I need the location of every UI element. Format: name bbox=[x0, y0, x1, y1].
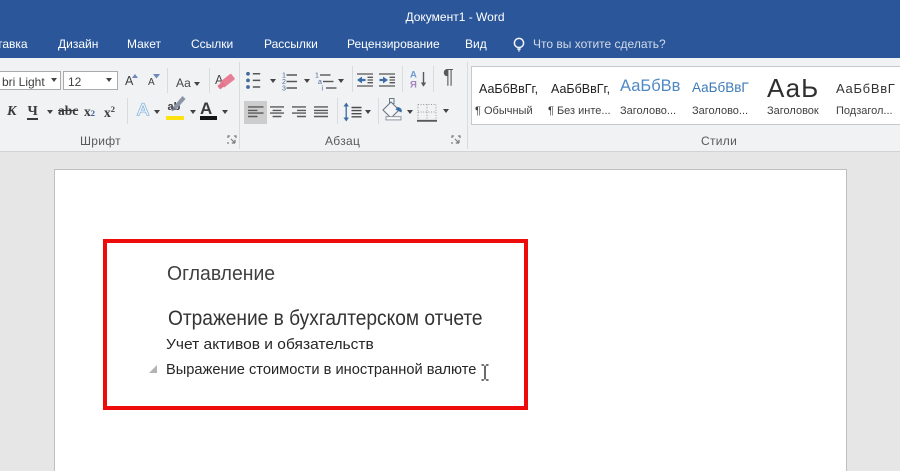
svg-text:Я: Я bbox=[410, 80, 417, 90]
svg-text:А: А bbox=[137, 100, 149, 119]
svg-text:i: i bbox=[322, 86, 324, 93]
svg-text:3: 3 bbox=[282, 86, 286, 93]
